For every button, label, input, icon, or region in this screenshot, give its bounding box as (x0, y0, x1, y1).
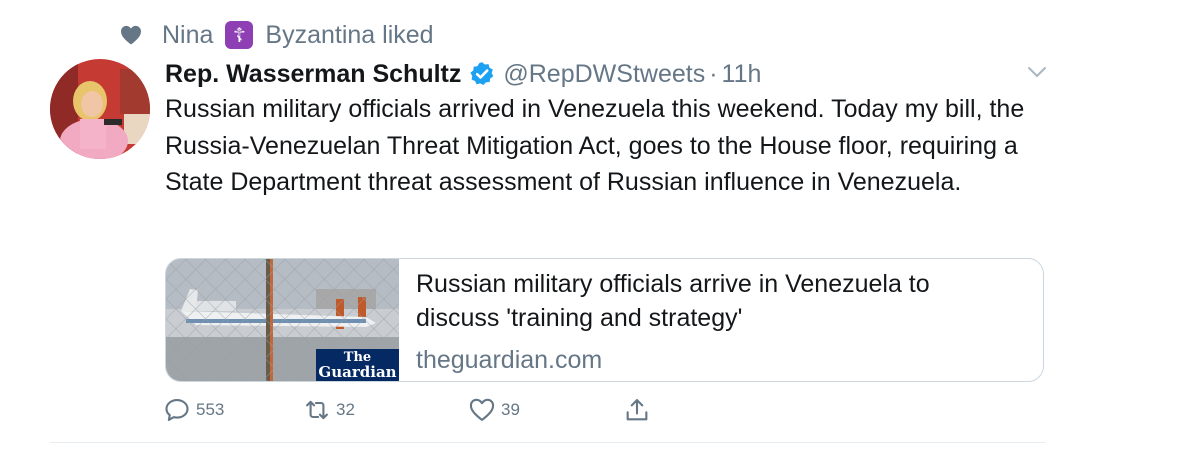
author-name[interactable]: Rep. Wasserman Schultz (165, 60, 461, 89)
link-card[interactable]: The Guardian Russian military officials … (165, 258, 1044, 382)
tweet-header: Rep. Wasserman Schultz @RepDWStweets · 1… (165, 57, 761, 91)
reply-icon (165, 399, 189, 421)
reply-button[interactable]: 553 (163, 396, 303, 424)
card-body: Russian military officials arrive in Ven… (399, 259, 1016, 381)
chevron-down-icon[interactable] (1026, 64, 1048, 80)
avatar[interactable] (50, 59, 150, 159)
reply-count: 553 (196, 400, 225, 419)
guardian-logo-line2: Guardian (318, 363, 397, 381)
retweet-button[interactable]: 32 (303, 396, 468, 424)
author-handle[interactable]: @RepDWStweets (503, 60, 705, 89)
like-heart-icon (469, 398, 495, 421)
like-count: 39 (501, 400, 520, 419)
action-bar: 553 32 39 (163, 396, 653, 424)
card-domain: theguardian.com (416, 346, 603, 374)
social-context-text: Nina ☦ Byzantina liked (162, 21, 434, 50)
liker-name: Nina (162, 20, 214, 49)
share-button[interactable] (623, 396, 653, 424)
verified-badge-icon (470, 62, 494, 86)
separator-dot: · (709, 59, 718, 88)
heart-icon (121, 25, 141, 45)
share-icon (626, 399, 648, 421)
orthodox-cross-icon: ☦ (225, 21, 254, 49)
liker-name-suffix: Byzantina liked (265, 20, 434, 49)
card-title: Russian military officials arrive in Ven… (416, 270, 930, 332)
guardian-logo: The Guardian (316, 349, 399, 381)
retweet-icon (306, 400, 328, 420)
like-button[interactable]: 39 (468, 396, 623, 424)
social-context[interactable]: Nina ☦ Byzantina liked (120, 18, 434, 52)
tweet-divider (50, 442, 1045, 443)
avatar-photo (50, 59, 150, 159)
tweet-timestamp[interactable]: 11h (722, 60, 762, 89)
retweet-count: 32 (336, 400, 355, 419)
card-image: The Guardian (166, 259, 399, 381)
tweet-text: Russian military officials arrived in Ve… (165, 95, 1025, 196)
